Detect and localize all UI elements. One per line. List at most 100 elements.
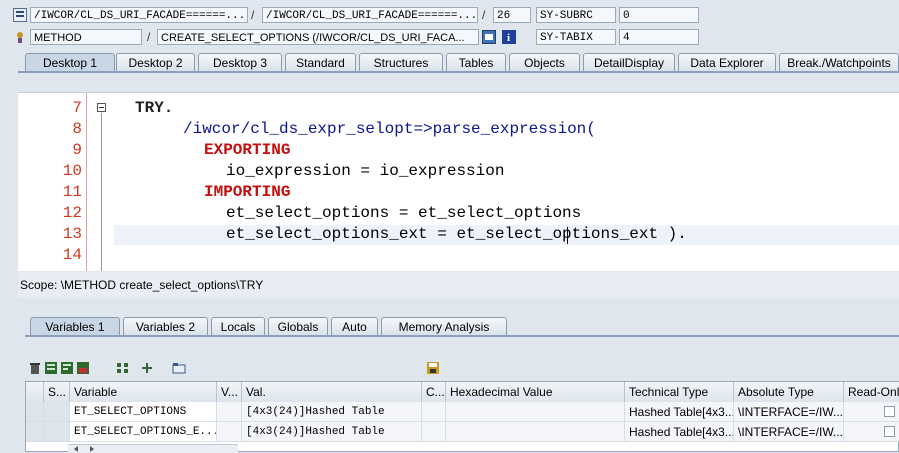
svg-text:i: i bbox=[507, 32, 510, 44]
expand-icon[interactable] bbox=[140, 361, 154, 375]
line-field: 26 bbox=[493, 7, 531, 23]
tab-tables[interactable]: Tables bbox=[446, 53, 506, 71]
cell-c bbox=[422, 422, 446, 442]
scope-bar: Scope: \METHOD create_select_options\TRY bbox=[18, 272, 899, 298]
line-number: 7 bbox=[72, 99, 82, 117]
tab-desktop-2[interactable]: Desktop 2 bbox=[116, 53, 195, 71]
sysfield-value-1[interactable]: 0 bbox=[619, 7, 699, 23]
tab-desktop-1[interactable]: Desktop 1 bbox=[25, 53, 115, 71]
list-icon-3[interactable] bbox=[76, 361, 90, 375]
read-only-checkbox bbox=[884, 406, 895, 417]
cell-variable[interactable]: ET_SELECT_OPTIONS_E... bbox=[70, 422, 217, 442]
tab-detaildisplay[interactable]: DetailDisplay bbox=[583, 53, 675, 71]
include-field: /IWCOR/CL_DS_URI_FACADE======... bbox=[262, 7, 478, 23]
sysfield-name-1: SY-SUBRC bbox=[536, 7, 616, 23]
tab-standard[interactable]: Standard bbox=[285, 53, 356, 71]
cell-absolute-type: \INTERFACE=/IW... bbox=[734, 422, 844, 442]
text-cursor bbox=[567, 227, 568, 244]
cell-technical-type: Hashed Table[4x3... bbox=[625, 402, 734, 422]
subtab-underline bbox=[25, 335, 899, 337]
sysfield-value-2[interactable]: 4 bbox=[619, 29, 699, 45]
separator: / bbox=[482, 8, 486, 22]
col-header-technical-type[interactable]: Technical Type bbox=[625, 382, 734, 402]
list-icon[interactable] bbox=[44, 361, 58, 375]
tab-breakpoints[interactable]: Break./Watchpoints bbox=[779, 53, 899, 71]
cell-read-only bbox=[844, 422, 899, 442]
navigate-icon[interactable] bbox=[482, 30, 496, 44]
col-header-absolute-type[interactable]: Absolute Type bbox=[734, 382, 844, 402]
separator: / bbox=[251, 8, 255, 22]
tab-variables-2[interactable]: Variables 2 bbox=[123, 317, 208, 335]
line-number: 10 bbox=[62, 162, 82, 180]
separator: / bbox=[147, 30, 151, 44]
cell-hex bbox=[446, 422, 625, 442]
tab-locals[interactable]: Locals bbox=[211, 317, 265, 335]
cell-read-only bbox=[844, 402, 899, 422]
code-line: io_expression = io_expression bbox=[226, 162, 505, 180]
tab-underline bbox=[18, 71, 899, 73]
tree-icon[interactable] bbox=[116, 361, 130, 375]
code-line: /iwcor/cl_ds_expr_selopt=>parse_expressi… bbox=[183, 120, 596, 138]
tab-auto[interactable]: Auto bbox=[331, 317, 378, 335]
line-number: 13 bbox=[62, 225, 82, 243]
code-editor[interactable]: 7 8 9 10 11 12 13 14 TRY. /iwcor/cl_ds_e… bbox=[18, 92, 899, 271]
save-icon[interactable] bbox=[426, 361, 440, 375]
tab-variables-1[interactable]: Variables 1 bbox=[30, 317, 120, 335]
folder-icon[interactable] bbox=[172, 361, 186, 375]
cell-c bbox=[422, 402, 446, 422]
code-line: et_select_options_ext = et_select_option… bbox=[226, 225, 687, 243]
col-header-variable[interactable]: Variable bbox=[70, 382, 217, 402]
line-number: 8 bbox=[72, 120, 82, 138]
cell-s bbox=[44, 402, 70, 422]
cell-variable[interactable]: ET_SELECT_OPTIONS bbox=[70, 402, 217, 422]
line-number: 14 bbox=[62, 246, 82, 264]
event-name-field: CREATE_SELECT_OPTIONS (/IWCOR/CL_DS_URI_… bbox=[157, 29, 479, 45]
table-row[interactable]: ET_SELECT_OPTIONS [4x3(24)]Hashed Table … bbox=[26, 402, 899, 422]
event-type-field: METHOD bbox=[30, 29, 142, 45]
tab-globals[interactable]: Globals bbox=[268, 317, 328, 335]
cell-v bbox=[217, 422, 242, 442]
read-only-checkbox bbox=[884, 426, 895, 437]
scroll-right-icon[interactable] bbox=[90, 446, 94, 452]
col-header-s[interactable]: S... bbox=[44, 382, 70, 402]
code-line: EXPORTING bbox=[204, 141, 291, 159]
row-selector[interactable] bbox=[26, 402, 44, 422]
scroll-left-icon[interactable] bbox=[74, 446, 78, 452]
delete-icon[interactable] bbox=[28, 361, 42, 375]
line-number: 12 bbox=[62, 204, 82, 222]
tab-objects[interactable]: Objects bbox=[509, 53, 580, 71]
col-header-v[interactable]: V... bbox=[217, 382, 242, 402]
tab-desktop-3[interactable]: Desktop 3 bbox=[198, 53, 282, 71]
code-line: TRY. bbox=[135, 99, 174, 117]
cell-absolute-type: \INTERFACE=/IW... bbox=[734, 402, 844, 422]
cell-v bbox=[217, 402, 242, 422]
program-field: /IWCOR/CL_DS_URI_FACADE======... bbox=[30, 7, 248, 23]
fold-line bbox=[101, 113, 102, 271]
method-icon bbox=[13, 30, 27, 44]
program-icon bbox=[13, 8, 27, 22]
tab-data-explorer[interactable]: Data Explorer bbox=[678, 53, 776, 71]
line-number: 11 bbox=[62, 183, 82, 201]
list-icon-2[interactable] bbox=[60, 361, 74, 375]
row-selector[interactable] bbox=[26, 422, 44, 442]
cell-value[interactable]: [4x3(24)]Hashed Table bbox=[242, 422, 422, 442]
col-header-value[interactable]: Val. bbox=[242, 382, 422, 402]
table-row[interactable]: ET_SELECT_OPTIONS_E... [4x3(24)]Hashed T… bbox=[26, 422, 899, 442]
cell-s bbox=[44, 422, 70, 442]
col-header-hex[interactable]: Hexadecimal Value bbox=[446, 382, 625, 402]
cell-value[interactable]: [4x3(24)]Hashed Table bbox=[242, 402, 422, 422]
line-number: 9 bbox=[72, 141, 82, 159]
tab-memory-analysis[interactable]: Memory Analysis bbox=[381, 317, 507, 335]
tab-structures[interactable]: Structures bbox=[359, 53, 443, 71]
code-line: IMPORTING bbox=[204, 183, 291, 201]
cell-technical-type: Hashed Table[4x3... bbox=[625, 422, 734, 442]
code-line: et_select_options = et_select_options bbox=[226, 204, 582, 222]
sysfield-name-2: SY-TABIX bbox=[536, 29, 616, 45]
grid-corner bbox=[26, 382, 44, 402]
variables-grid[interactable]: S... Variable V... Val. C... Hexadecimal… bbox=[25, 381, 899, 452]
col-header-read-only[interactable]: Read-Only bbox=[844, 382, 899, 402]
cell-hex bbox=[446, 402, 625, 422]
info-icon[interactable]: i bbox=[502, 30, 516, 44]
collapse-icon[interactable] bbox=[97, 103, 106, 112]
col-header-c[interactable]: C... bbox=[422, 382, 446, 402]
